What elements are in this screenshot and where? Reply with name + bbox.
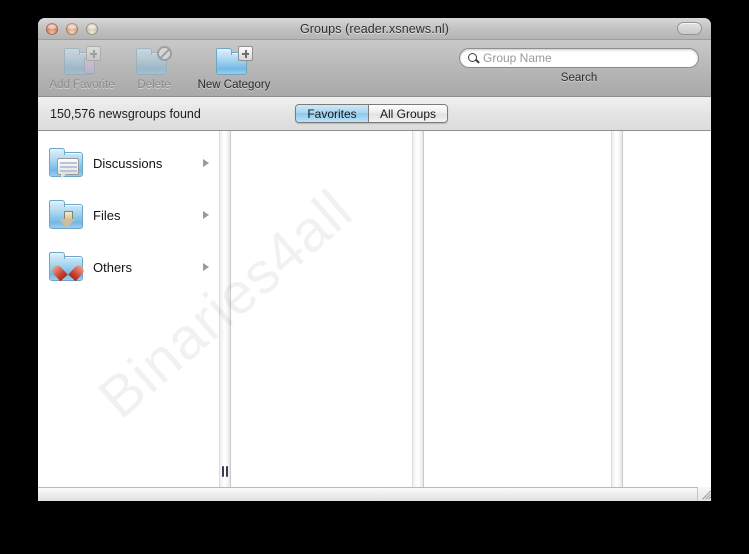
category-column[interactable]: Discussions Files Others [38, 131, 219, 487]
browser-column-3[interactable] [424, 131, 611, 487]
list-item-label: Discussions [93, 155, 163, 171]
browser-column-2[interactable] [231, 131, 412, 487]
toolbar: Add Favorite Delete New Category Group N… [38, 40, 711, 97]
window-resize-grip[interactable] [697, 487, 711, 501]
list-item[interactable]: Others [38, 241, 219, 293]
search-input[interactable]: Group Name [483, 51, 552, 65]
folder-files-icon [48, 200, 84, 230]
folder-discussions-icon [48, 148, 84, 179]
window-title: Groups (reader.xsnews.nl) [299, 21, 450, 36]
chevron-right-icon[interactable] [203, 211, 209, 219]
window-bottom-bar [38, 487, 711, 501]
add-favorite-button[interactable]: Add Favorite [48, 44, 116, 91]
folder-new-category-icon [215, 46, 253, 77]
chevron-right-icon[interactable] [203, 159, 209, 167]
add-favorite-label: Add Favorite [49, 79, 115, 91]
column-divider-2[interactable] [412, 131, 424, 487]
newsgroup-count-label: 150,576 newsgroups found [50, 106, 201, 121]
delete-label: Delete [137, 79, 171, 91]
tab-all-groups[interactable]: All Groups [368, 105, 448, 122]
column-resize-handle[interactable] [222, 466, 228, 477]
tab-favorites[interactable]: Favorites [296, 105, 368, 122]
title-bar[interactable]: Groups (reader.xsnews.nl) [38, 18, 711, 40]
chevron-right-icon[interactable] [203, 263, 209, 271]
search-label: Search [560, 72, 598, 84]
toolbar-buttons: Add Favorite Delete New Category [48, 44, 276, 91]
close-button[interactable] [46, 23, 58, 35]
application-window: Groups (reader.xsnews.nl) Add Favorite D… [38, 18, 711, 501]
browser-column-4[interactable] [623, 131, 711, 487]
toolbar-toggle-button[interactable] [677, 22, 702, 35]
minimize-button[interactable] [66, 23, 78, 35]
new-category-button[interactable]: New Category [192, 44, 276, 91]
window-controls [46, 23, 98, 35]
folder-others-icon [48, 252, 84, 282]
column-divider-3[interactable] [611, 131, 623, 487]
folder-delete-icon [135, 46, 173, 77]
search-area: Group Name Search [459, 48, 699, 84]
view-mode-segmented-control: Favorites All Groups [295, 104, 449, 123]
list-item-label: Files [93, 207, 121, 223]
search-field[interactable]: Group Name [459, 48, 699, 68]
list-item-label: Others [93, 259, 133, 275]
delete-button[interactable]: Delete [120, 44, 188, 91]
zoom-button[interactable] [86, 23, 98, 35]
new-category-label: New Category [197, 79, 271, 91]
list-item[interactable]: Discussions [38, 137, 219, 189]
column-browser: Discussions Files Others [38, 131, 711, 487]
folder-add-favorite-icon [63, 46, 101, 77]
list-item[interactable]: Files [38, 189, 219, 241]
column-divider-1[interactable] [219, 131, 231, 487]
status-bar: 150,576 newsgroups found Favorites All G… [38, 97, 711, 131]
search-icon [468, 52, 479, 64]
